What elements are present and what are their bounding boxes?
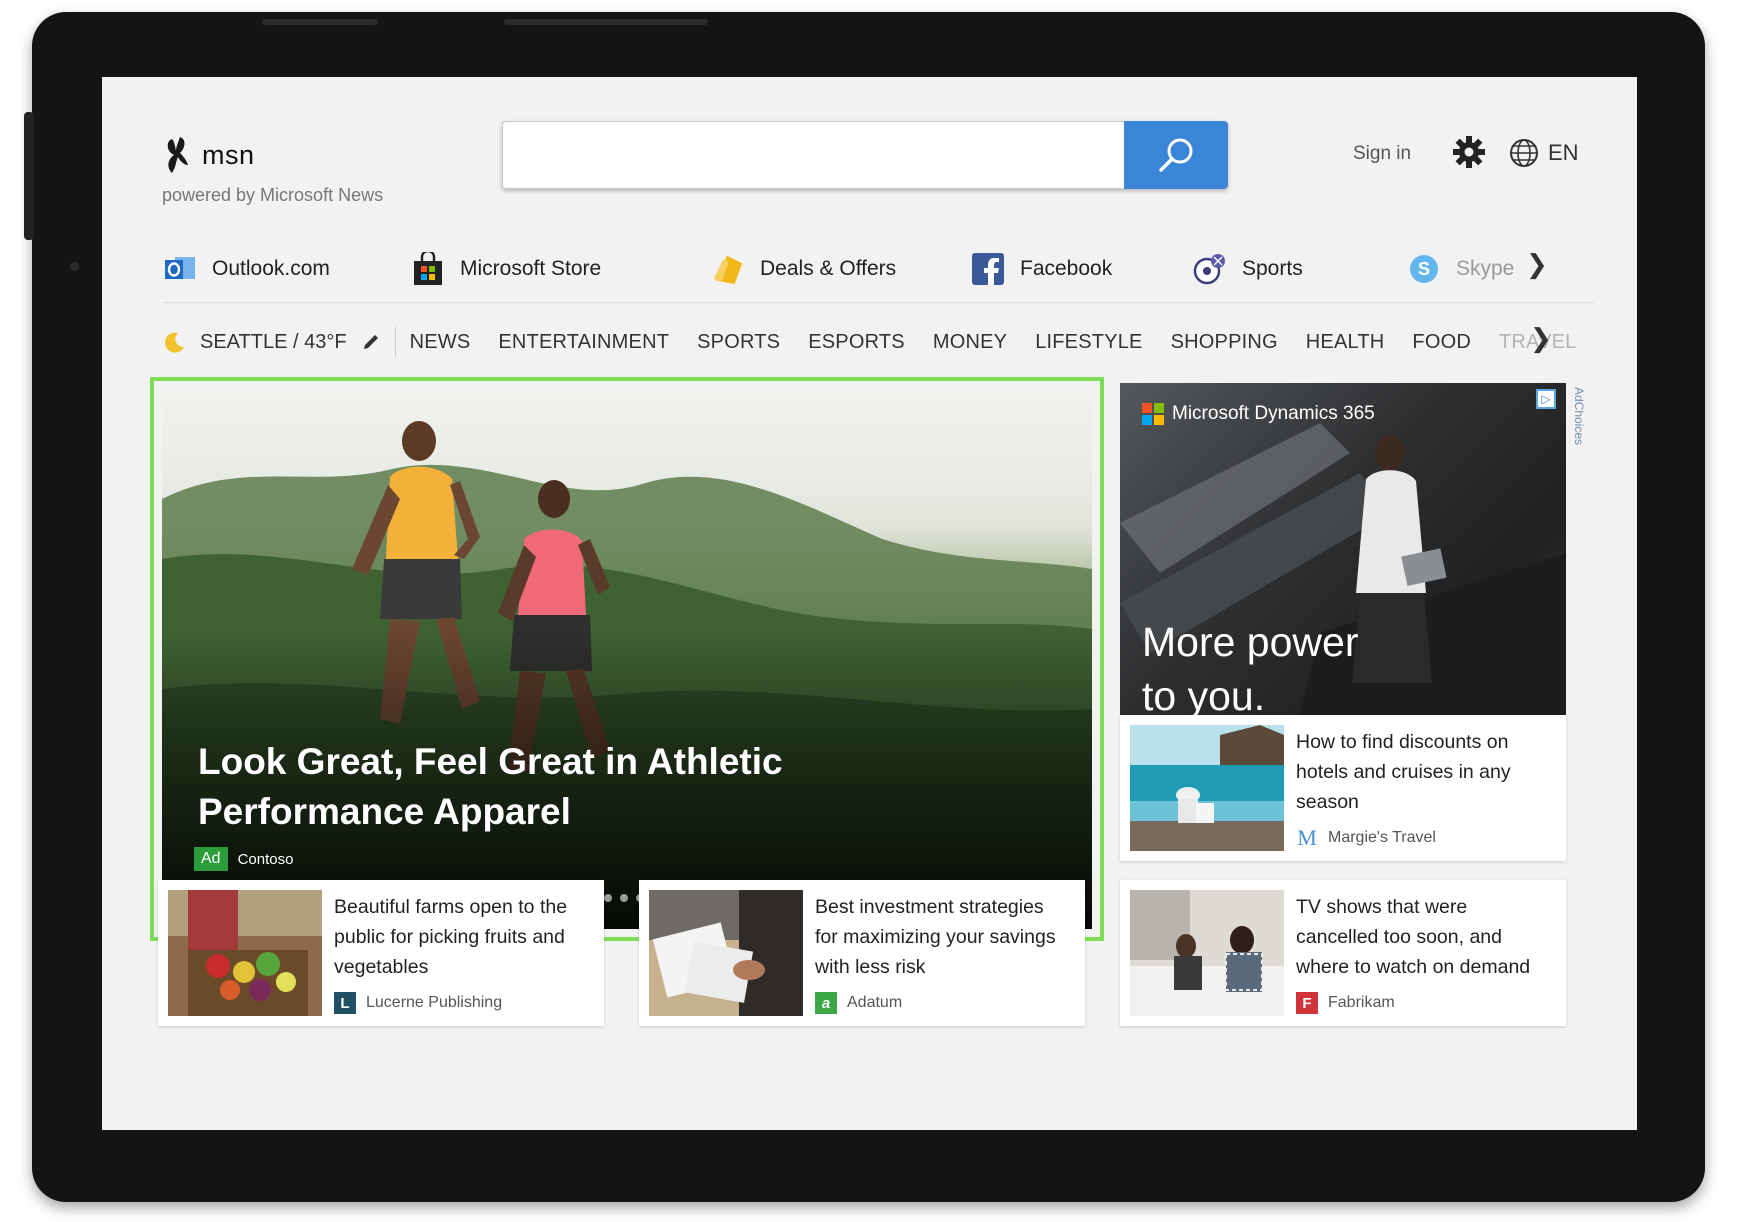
globe-icon [1510,139,1538,167]
adchoices-label[interactable]: AdChoices [1572,387,1586,445]
fabrikam-icon: F [1296,992,1318,1014]
margies-travel-icon: M [1297,825,1317,850]
sign-in-link[interactable]: Sign in [1353,143,1411,165]
microsoft-logo-icon [1142,403,1164,425]
card-title[interactable]: TV shows that were cancelled too soon, a… [1296,892,1552,982]
hero-highlight-frame: Look Great, Feel Great in Athletic Perfo… [150,377,1104,941]
card-source[interactable]: a Adatum [815,992,902,1014]
msn-logo[interactable]: msn powered by Microsoft News [162,135,383,206]
card-title[interactable]: Best investment strategies for maximizin… [815,892,1071,982]
search-button[interactable] [1124,121,1228,189]
card-source[interactable]: F Fabrikam [1296,992,1395,1014]
card-thumbnail [1130,890,1284,1016]
card-source[interactable]: L Lucerne Publishing [334,992,502,1014]
quick-link-label: Microsoft Store [460,257,602,280]
category-lifestyle[interactable]: LIFESTYLE [1021,331,1156,354]
quick-link-skype[interactable]: S Skype [1406,247,1514,291]
quick-link-sports[interactable]: Sports [1192,247,1303,291]
quick-links-bar: Outlook.com Microsoft Store Deals & Offe… [162,247,1594,303]
search-icon [1159,138,1193,172]
pencil-icon[interactable] [361,332,381,352]
carousel-dot[interactable] [604,894,612,902]
language-label: EN [1548,140,1579,165]
moon-icon [165,332,184,353]
adchoices-icon[interactable]: ▷ [1536,389,1556,409]
hero-meta: Ad Contoso [194,847,293,871]
category-shopping[interactable]: SHOPPING [1157,331,1292,354]
card-thumbnail [168,890,322,1016]
camera [70,262,79,271]
logo-text: msn [202,139,255,170]
card-thumbnail [649,890,803,1016]
quick-link-store[interactable]: Microsoft Store [410,247,601,291]
category-list: NEWS ENTERTAINMENT SPORTS ESPORTS MONEY … [396,331,1591,354]
category-news[interactable]: NEWS [396,331,485,354]
hero-carousel[interactable]: Look Great, Feel Great in Athletic Perfo… [162,389,1092,929]
ad-badge: Ad [194,847,228,871]
news-card[interactable]: Beautiful farms open to the public for p… [158,880,604,1026]
weather-location: SEATTLE / 43°F [200,330,347,353]
card-source-label: Margie's Travel [1328,829,1436,846]
news-card[interactable]: How to find discounts on hotels and crui… [1120,715,1566,861]
search-bar [502,121,1228,189]
gear-icon [1453,136,1485,168]
device-button [262,19,378,25]
news-card[interactable]: Best investment strategies for maximizin… [639,880,1085,1026]
quick-link-label: Outlook.com [212,257,330,280]
skype-icon: S [1406,251,1442,287]
quick-link-label: Facebook [1020,257,1113,280]
card-title[interactable]: Beautiful farms open to the public for p… [334,892,590,982]
category-esports[interactable]: ESPORTS [794,331,919,354]
adatum-icon: a [815,992,837,1014]
powered-by: powered by Microsoft News [162,185,384,205]
card-thumbnail [1130,725,1284,851]
card-source-label: Lucerne Publishing [366,994,503,1011]
quick-links-next-chevron-icon[interactable]: ❯ [1526,249,1548,280]
settings-button[interactable] [1452,135,1486,174]
hero-source[interactable]: Contoso [238,851,294,868]
category-entertainment[interactable]: ENTERTAINMENT [484,331,683,354]
category-nav: SEATTLE / 43°F NEWS ENTERTAINMENT SPORTS… [162,322,1602,362]
quick-link-facebook[interactable]: Facebook [970,247,1112,291]
lucerne-publishing-icon: L [334,992,356,1014]
ad-headline: More power to you. [1142,619,1359,719]
dynamics-ad[interactable]: Microsoft Dynamics 365 More power to you… [1120,383,1566,755]
hero-title[interactable]: Look Great, Feel Great in Athletic Perfo… [198,737,878,837]
categories-next-chevron-icon[interactable]: ❯ [1530,323,1552,354]
sports-icon [1192,251,1228,287]
card-source-label: Adatum [847,994,903,1011]
quick-link-outlook[interactable]: Outlook.com [162,247,330,291]
ad-brand-label: Microsoft Dynamics 365 [1172,403,1375,424]
language-selector[interactable]: EN [1508,137,1579,169]
category-food[interactable]: FOOD [1398,331,1485,354]
category-sports[interactable]: SPORTS [683,331,794,354]
quick-link-deals[interactable]: Deals & Offers [710,247,896,291]
news-card[interactable]: TV shows that were cancelled too soon, a… [1120,880,1566,1026]
msn-page: msn powered by Microsoft News Sign in EN… [102,77,1637,1130]
ad-brand: Microsoft Dynamics 365 [1142,403,1375,425]
store-icon [410,251,446,287]
quick-link-label: Skype [1456,257,1515,280]
category-health[interactable]: HEALTH [1292,331,1399,354]
card-source[interactable]: M Margie's Travel [1296,825,1436,850]
card-source-label: Fabrikam [1328,994,1395,1011]
svg-text:S: S [1418,259,1430,279]
category-money[interactable]: MONEY [919,331,1021,354]
device-side-button [24,112,34,240]
outlook-icon [162,251,198,287]
quick-link-label: Sports [1242,257,1303,280]
search-input[interactable] [502,121,1124,189]
carousel-dot[interactable] [620,894,628,902]
quick-link-label: Deals & Offers [760,257,897,280]
butterfly-icon [167,137,188,173]
card-title[interactable]: How to find discounts on hotels and crui… [1296,727,1552,817]
deals-icon [710,251,746,287]
device-button [504,19,708,25]
weather-widget[interactable]: SEATTLE / 43°F [162,327,396,357]
facebook-icon [970,251,1006,287]
